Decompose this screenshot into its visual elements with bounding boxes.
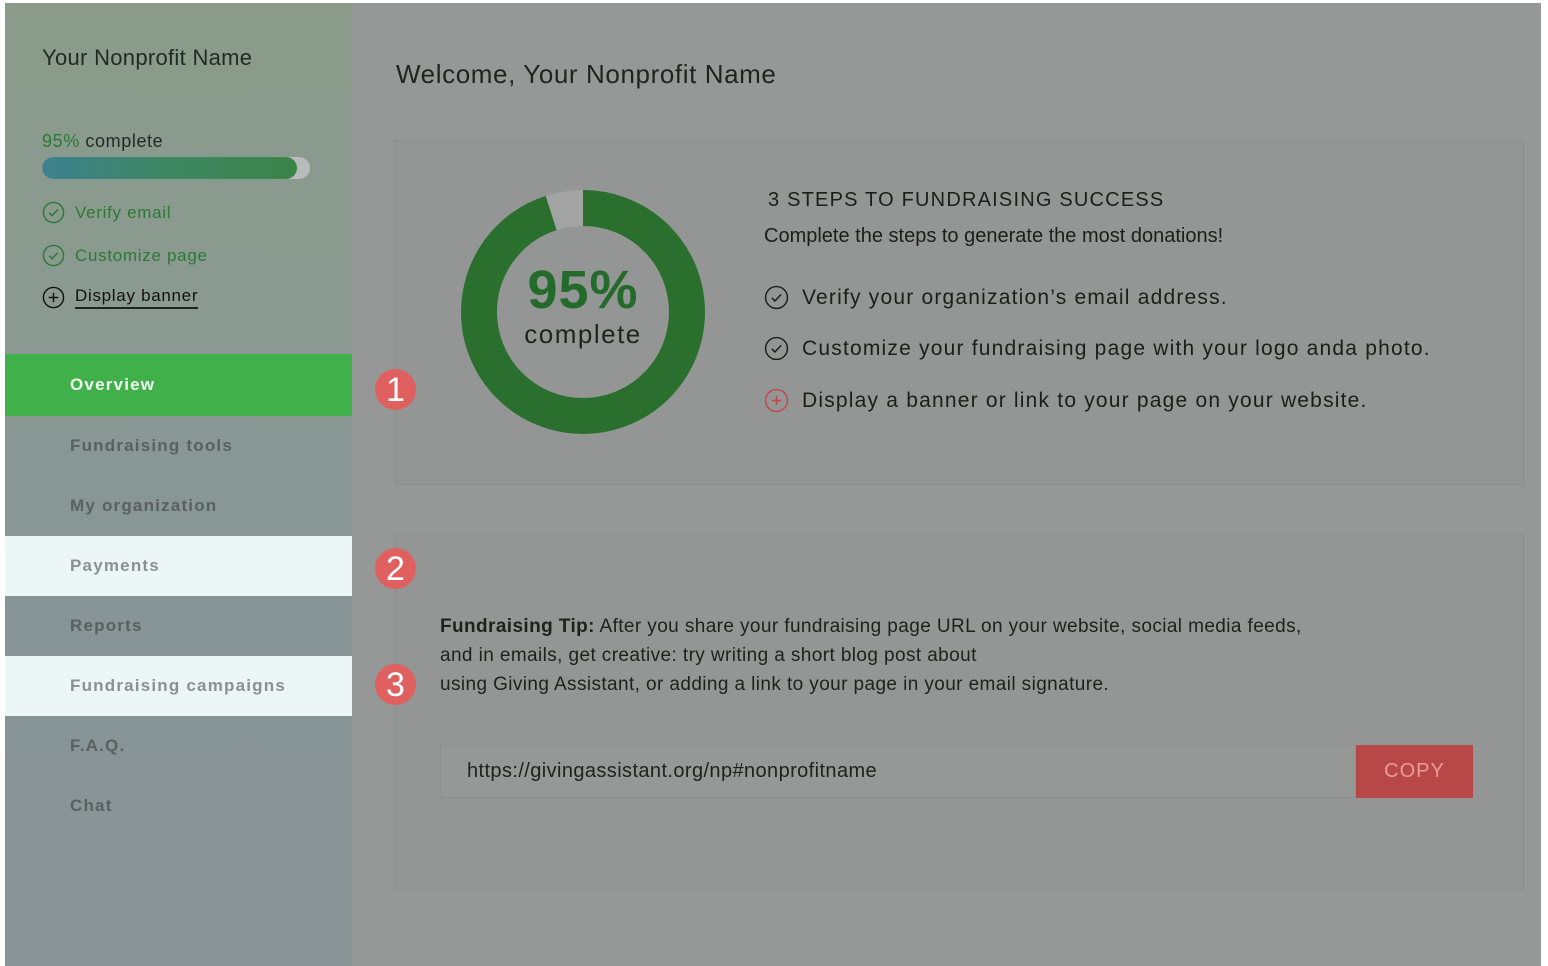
page-url-field[interactable]: https://givingassistant.org/np#nonprofit… bbox=[440, 745, 1356, 798]
tip-card: Fundraising Tip: After you share your fu… bbox=[395, 534, 1524, 890]
annotation-badge: 2 bbox=[375, 548, 416, 589]
checklist-text: Display a banner or link to your page on… bbox=[802, 388, 1368, 412]
tip-text: and in emails, get creative: try writing… bbox=[440, 645, 977, 666]
step-label: Display banner bbox=[75, 286, 199, 309]
progress-suffix: complete bbox=[79, 131, 164, 151]
checklist-text: Customize your fundraising page with you… bbox=[802, 336, 1431, 360]
step-verify-email[interactable]: Verify email bbox=[42, 201, 171, 224]
check-circle-icon bbox=[764, 285, 789, 310]
checklist-item[interactable]: Display a banner or link to your page on… bbox=[764, 388, 1368, 413]
steps-title: 3 STEPS TO FUNDRAISING SUCCESS bbox=[768, 189, 1165, 211]
sidebar-item-fundraising-campaigns[interactable]: Fundraising campaigns bbox=[5, 656, 352, 716]
sidebar-item-fundraising-tools[interactable]: Fundraising tools bbox=[5, 416, 352, 476]
sidebar-item-reports[interactable]: Reports bbox=[5, 596, 352, 656]
tip-text: using Giving Assistant, or adding a link… bbox=[440, 674, 1110, 695]
checklist-item: Customize your fundraising page with you… bbox=[764, 336, 1431, 361]
donut-label: complete bbox=[524, 319, 642, 349]
sidebar: Your Nonprofit Name 95% complete Verify … bbox=[5, 3, 352, 966]
check-circle-icon bbox=[42, 201, 65, 224]
sidebar-nav: Overview Fundraising tools My organizati… bbox=[5, 354, 352, 836]
step-display-banner[interactable]: Display banner bbox=[42, 286, 199, 309]
progress-bar bbox=[42, 157, 310, 179]
copy-button[interactable]: COPY bbox=[1356, 745, 1473, 798]
app-frame: Your Nonprofit Name 95% complete Verify … bbox=[5, 3, 1541, 966]
check-circle-icon bbox=[42, 244, 65, 267]
checklist-item: Verify your organization’s email address… bbox=[764, 285, 1228, 310]
sidebar-item-chat[interactable]: Chat bbox=[5, 776, 352, 836]
sidebar-item-payments[interactable]: Payments bbox=[5, 536, 352, 596]
step-label: Customize page bbox=[75, 245, 208, 265]
progress-text: 95% complete bbox=[42, 131, 163, 152]
tip-text: After you share your fundraising page UR… bbox=[594, 616, 1302, 637]
steps-subtitle: Complete the steps to generate the most … bbox=[764, 225, 1224, 247]
plus-circle-icon bbox=[42, 286, 65, 309]
annotation-badge: 3 bbox=[375, 664, 416, 705]
org-name: Your Nonprofit Name bbox=[42, 45, 253, 70]
sidebar-item-overview[interactable]: Overview bbox=[5, 354, 352, 416]
fundraising-tip: Fundraising Tip: After you share your fu… bbox=[440, 612, 1460, 699]
donut-percent: 95% bbox=[527, 260, 639, 320]
progress-bar-fill bbox=[42, 157, 297, 179]
overview-card: 95% complete 3 STEPS TO FUNDRAISING SUCC… bbox=[395, 140, 1524, 485]
sidebar-item-my-organization[interactable]: My organization bbox=[5, 476, 352, 536]
page-title: Welcome, Your Nonprofit Name bbox=[396, 59, 777, 89]
check-circle-icon bbox=[764, 336, 789, 361]
step-label: Verify email bbox=[75, 202, 172, 222]
annotation-badge: 1 bbox=[375, 369, 416, 410]
checklist-text: Verify your organization’s email address… bbox=[802, 285, 1228, 309]
tip-label: Fundraising Tip: bbox=[440, 616, 595, 637]
progress-percent: 95% bbox=[42, 131, 80, 151]
sidebar-item-faq[interactable]: F.A.Q. bbox=[5, 716, 352, 776]
plus-circle-icon bbox=[764, 388, 789, 413]
step-customize-page[interactable]: Customize page bbox=[42, 244, 208, 267]
